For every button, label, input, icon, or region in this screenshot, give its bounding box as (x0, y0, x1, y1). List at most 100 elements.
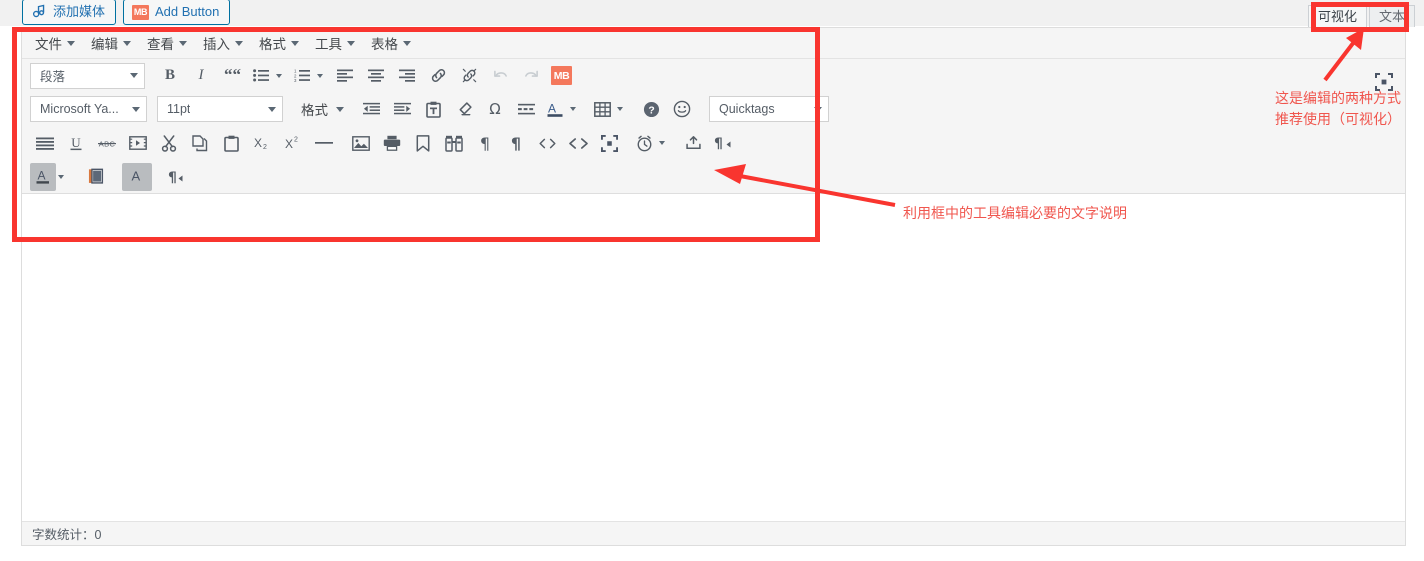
menu-view[interactable]: 查看 (139, 31, 195, 55)
annotation-tabs-note: 这是编辑的两种方式推荐使用（可视化） (1275, 90, 1401, 127)
statusbar: 字数统计：0 (22, 521, 1405, 545)
quicktags-value: Quicktags (719, 102, 775, 116)
media-icon (31, 4, 47, 20)
text-color-button[interactable]: A (30, 162, 56, 191)
chevron-down-icon (291, 40, 299, 46)
insert-table-split[interactable] (589, 95, 628, 123)
insert-datetime-button[interactable] (631, 129, 657, 157)
menu-table-label: 表格 (371, 37, 398, 52)
emoji-button[interactable] (667, 95, 697, 123)
outdent-button[interactable] (356, 95, 386, 123)
align-right-button[interactable] (392, 62, 422, 90)
italic-button[interactable]: I (186, 62, 216, 90)
font-family-value: Microsoft Ya... (40, 102, 119, 116)
svg-text:2: 2 (263, 144, 267, 151)
paste-as-text-button[interactable] (418, 95, 448, 123)
media-toolbar: 添加媒体 MB Add Button 可视化 文本 (0, 0, 1424, 27)
svg-text:X: X (285, 137, 293, 151)
add-media-label: 添加媒体 (53, 4, 106, 19)
word-count-label: 字数统计：0 (32, 528, 102, 542)
chevron-down-icon (276, 73, 282, 78)
add-media-button[interactable]: 添加媒体 (22, 0, 117, 25)
format-menu-button[interactable]: 格式 (293, 97, 352, 121)
fullscreen-button[interactable] (594, 129, 624, 157)
font-size-select[interactable]: 11pt (157, 96, 283, 122)
tab-text[interactable]: 文本 (1368, 5, 1415, 27)
text-color-split-2[interactable]: A (30, 162, 69, 191)
undo-button[interactable] (485, 62, 515, 90)
font-family-select[interactable]: Microsoft Ya... (30, 96, 147, 122)
menu-insert-label: 插入 (203, 37, 230, 52)
numbered-list-split[interactable]: 1 2 3 (289, 62, 328, 90)
menu-edit-label: 编辑 (91, 37, 118, 52)
inline-code-button[interactable] (532, 129, 562, 157)
bold-button[interactable]: B (155, 62, 185, 90)
media-button-group: 添加媒体 MB Add Button (22, 0, 231, 25)
page-break-button[interactable] (81, 163, 111, 191)
underline-button[interactable]: U (61, 129, 91, 157)
copy-button[interactable] (185, 129, 215, 157)
align-left-button[interactable] (330, 62, 360, 90)
ltr-direction-button[interactable]: ¶ (709, 129, 739, 157)
tab-visual[interactable]: 可视化 (1307, 5, 1367, 27)
editor-content-area[interactable] (22, 195, 1405, 521)
svg-text:X: X (254, 136, 262, 150)
insert-table-button[interactable] (589, 95, 615, 123)
insert-datetime-split[interactable] (631, 129, 670, 157)
toolbar-row-2: Microsoft Ya... 11pt 格式 Ω A ? Quicktags (22, 92, 1405, 126)
insert-template-button[interactable] (678, 129, 708, 157)
menu-tools[interactable]: 工具 (307, 31, 363, 55)
menu-format[interactable]: 格式 (251, 31, 307, 55)
menu-format-label: 格式 (259, 37, 286, 52)
insert-link-button[interactable] (423, 62, 453, 90)
clear-formatting-button[interactable] (449, 95, 479, 123)
svg-text:¶: ¶ (714, 136, 723, 151)
paragraph-format-value: 段落 (40, 70, 66, 84)
horizontal-rule-button[interactable] (309, 129, 339, 157)
superscript-button[interactable]: X 2 (278, 129, 308, 157)
bullet-list-button[interactable] (248, 62, 274, 90)
rtl-direction-button[interactable]: ¶ (163, 163, 193, 191)
cut-button[interactable] (154, 129, 184, 157)
subscript-button[interactable]: X 2 (247, 129, 277, 157)
menu-table[interactable]: 表格 (363, 31, 419, 55)
paragraph-format-select[interactable]: 段落 (30, 62, 145, 89)
paragraph-mark-button[interactable]: ¶ (501, 129, 531, 157)
menu-edit[interactable]: 编辑 (83, 31, 139, 55)
quicktags-select[interactable]: Quicktags (709, 96, 829, 122)
align-center-button[interactable] (361, 62, 391, 90)
print-button[interactable] (377, 129, 407, 157)
justify-button[interactable] (30, 129, 60, 157)
redo-button[interactable] (516, 62, 546, 90)
svg-text:¶: ¶ (168, 170, 177, 185)
read-more-button[interactable] (511, 95, 541, 123)
mb-toolbar-button[interactable]: MB (551, 66, 572, 85)
menu-insert[interactable]: 插入 (195, 31, 251, 55)
background-color-button[interactable]: A (122, 162, 152, 191)
special-character-button[interactable]: Ω (480, 95, 510, 123)
text-color-split[interactable]: A (542, 95, 581, 123)
text-color-button[interactable]: A (542, 95, 568, 123)
chevron-down-icon (617, 107, 623, 111)
numbered-list-button[interactable]: 1 2 3 (289, 62, 315, 90)
strikethrough-button[interactable]: ABC (92, 129, 122, 157)
bullet-list-split[interactable] (248, 62, 287, 90)
blockquote-button[interactable]: ““ (217, 62, 247, 90)
keyboard-shortcuts-button[interactable]: ? (636, 95, 666, 123)
add-button-button[interactable]: MB Add Button (123, 0, 231, 25)
svg-text:A: A (132, 169, 141, 184)
menu-file[interactable]: 文件 (27, 31, 83, 55)
unlink-button[interactable] (454, 62, 484, 90)
menu-view-label: 查看 (147, 37, 174, 52)
find-replace-button[interactable] (439, 129, 469, 157)
show-blocks-button[interactable]: ¶ (470, 129, 500, 157)
svg-text:A: A (38, 169, 46, 183)
svg-text:?: ? (648, 105, 654, 116)
insert-image-button[interactable] (346, 129, 376, 157)
source-code-button[interactable] (563, 129, 593, 157)
insert-video-button[interactable] (123, 129, 153, 157)
svg-text:A: A (548, 101, 556, 115)
paste-button[interactable] (216, 129, 246, 157)
anchor-button[interactable] (408, 129, 438, 157)
indent-button[interactable] (387, 95, 417, 123)
